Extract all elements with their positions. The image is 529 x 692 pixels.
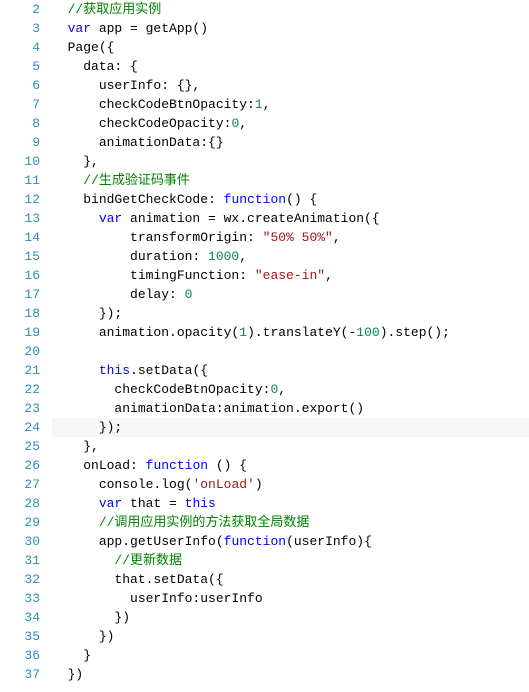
code-line: }) — [52, 665, 529, 684]
line-number: 20 — [0, 342, 40, 361]
code-line: } — [52, 646, 529, 665]
line-number: 31 — [0, 551, 40, 570]
line-number: 29 — [0, 513, 40, 532]
code-line: this.setData({ — [52, 361, 529, 380]
line-number: 32 — [0, 570, 40, 589]
line-number: 23 — [0, 399, 40, 418]
line-number: 14 — [0, 228, 40, 247]
line-number: 8 — [0, 114, 40, 133]
line-number: 30 — [0, 532, 40, 551]
line-number: 4 — [0, 38, 40, 57]
code-line: transformOrigin: "50% 50%", — [52, 228, 529, 247]
code-line — [52, 342, 529, 361]
line-number-gutter: 2345678910111213141516171819202122232425… — [0, 0, 52, 684]
line-number: 5 — [0, 57, 40, 76]
code-line: userInfo: {}, — [52, 76, 529, 95]
line-number: 25 — [0, 437, 40, 456]
code-line: duration: 1000, — [52, 247, 529, 266]
code-line: Page({ — [52, 38, 529, 57]
code-line: app.getUserInfo(function(userInfo){ — [52, 532, 529, 551]
line-number: 34 — [0, 608, 40, 627]
line-number: 18 — [0, 304, 40, 323]
code-line: //生成验证码事件 — [52, 171, 529, 190]
code-line: timingFunction: "ease-in", — [52, 266, 529, 285]
code-line: animationData:{} — [52, 133, 529, 152]
code-line: var app = getApp() — [52, 19, 529, 38]
code-line: checkCodeBtnOpacity:1, — [52, 95, 529, 114]
line-number: 36 — [0, 646, 40, 665]
code-line: //调用应用实例的方法获取全局数据 — [52, 513, 529, 532]
line-number: 3 — [0, 19, 40, 38]
code-line: animation.opacity(1).translateY(-100).st… — [52, 323, 529, 342]
line-number: 9 — [0, 133, 40, 152]
line-number: 28 — [0, 494, 40, 513]
line-number: 27 — [0, 475, 40, 494]
code-line: //获取应用实例 — [52, 0, 529, 19]
code-line: data: { — [52, 57, 529, 76]
line-number: 12 — [0, 190, 40, 209]
code-line: delay: 0 — [52, 285, 529, 304]
line-number: 11 — [0, 171, 40, 190]
code-line: var that = this — [52, 494, 529, 513]
line-number: 6 — [0, 76, 40, 95]
code-line: var animation = wx.createAnimation({ — [52, 209, 529, 228]
code-line: console.log('onLoad') — [52, 475, 529, 494]
code-line: }) — [52, 608, 529, 627]
line-number: 7 — [0, 95, 40, 114]
line-number: 10 — [0, 152, 40, 171]
code-line: }); — [52, 418, 529, 437]
code-line: }, — [52, 152, 529, 171]
code-line: }, — [52, 437, 529, 456]
line-number: 22 — [0, 380, 40, 399]
code-line: bindGetCheckCode: function() { — [52, 190, 529, 209]
line-number: 16 — [0, 266, 40, 285]
line-number: 15 — [0, 247, 40, 266]
code-editor: 2345678910111213141516171819202122232425… — [0, 0, 529, 684]
line-number: 2 — [0, 0, 40, 19]
line-number: 21 — [0, 361, 40, 380]
line-number: 17 — [0, 285, 40, 304]
line-number: 13 — [0, 209, 40, 228]
code-content[interactable]: //获取应用实例 var app = getApp() Page({ data:… — [52, 0, 529, 684]
code-line: }); — [52, 304, 529, 323]
code-line: }) — [52, 627, 529, 646]
code-line: checkCodeOpacity:0, — [52, 114, 529, 133]
line-number: 35 — [0, 627, 40, 646]
line-number: 26 — [0, 456, 40, 475]
code-line: checkCodeBtnOpacity:0, — [52, 380, 529, 399]
code-line: userInfo:userInfo — [52, 589, 529, 608]
code-line: that.setData({ — [52, 570, 529, 589]
line-number: 24 — [0, 418, 40, 437]
line-number: 37 — [0, 665, 40, 684]
code-line: animationData:animation.export() — [52, 399, 529, 418]
line-number: 33 — [0, 589, 40, 608]
line-number: 19 — [0, 323, 40, 342]
code-line: //更新数据 — [52, 551, 529, 570]
code-line: onLoad: function () { — [52, 456, 529, 475]
